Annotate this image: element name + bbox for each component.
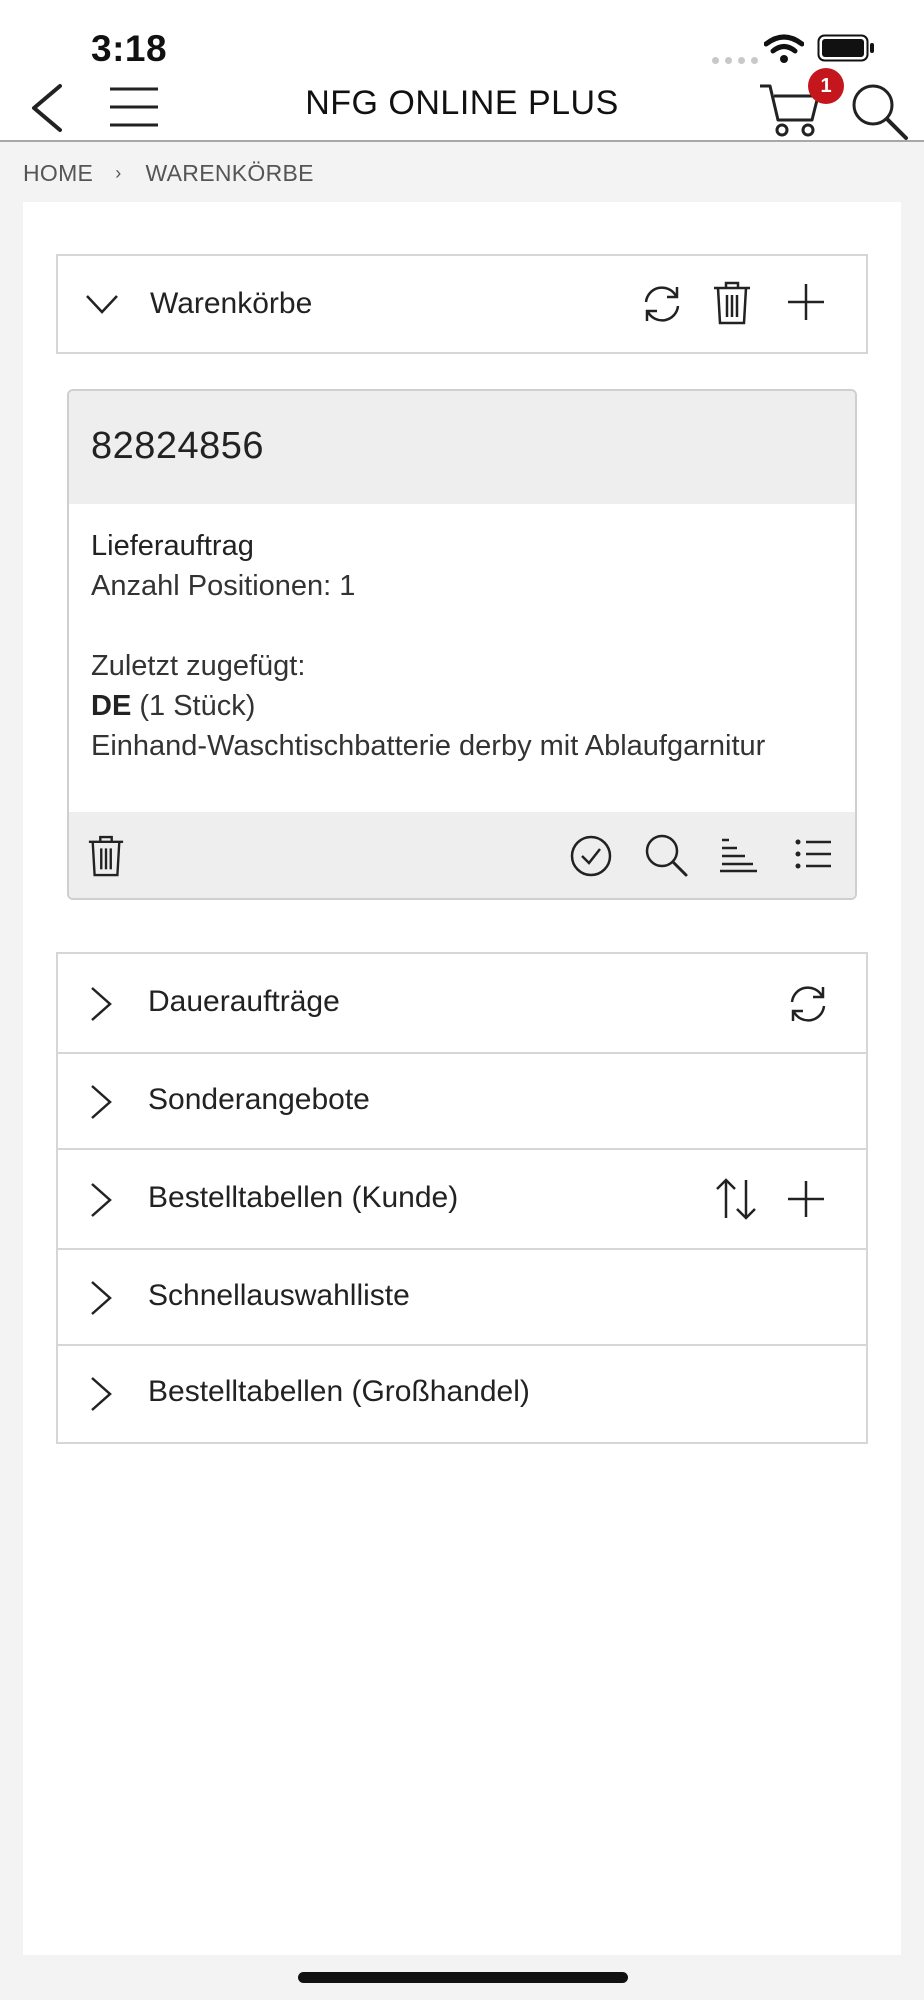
delete-cart-icon[interactable] xyxy=(87,834,125,878)
checkmark-circle-icon[interactable] xyxy=(569,834,613,878)
section-daueraufträge[interactable]: Daueraufträge xyxy=(58,954,866,1054)
refresh-icon[interactable] xyxy=(786,982,830,1026)
section-sonderangebote[interactable]: Sonderangebote xyxy=(58,1054,866,1150)
battery-icon xyxy=(817,34,874,62)
cellular-signal-icon xyxy=(712,57,758,64)
section-bestelltabellen-kunde[interactable]: Bestelltabellen (Kunde) xyxy=(58,1150,866,1250)
section-label: Bestelltabellen (Kunde) xyxy=(148,1181,459,1214)
cart-card-body: Lieferauftrag Anzahl Positionen: 1 Zulet… xyxy=(69,504,855,812)
refresh-icon[interactable] xyxy=(640,282,684,326)
chevron-right-icon[interactable] xyxy=(88,1083,114,1121)
breadcrumb: HOME › WARENKÖRBE xyxy=(0,144,924,202)
list-icon[interactable] xyxy=(793,834,833,874)
home-indicator[interactable] xyxy=(298,1972,628,1983)
chevron-right-icon[interactable] xyxy=(88,1375,114,1413)
cart-last-added-product: Einhand-Waschtischbatterie derby mit Abl… xyxy=(91,730,766,762)
section-schnellauswahlliste[interactable]: Schnellauswahlliste xyxy=(58,1250,866,1346)
sort-arrows-icon[interactable] xyxy=(714,1176,758,1222)
back-icon[interactable] xyxy=(26,80,76,136)
wifi-icon xyxy=(764,34,804,63)
chevron-right-icon[interactable] xyxy=(88,1181,114,1219)
cart-card[interactable]: 82824856 Lieferauftrag Anzahl Positionen… xyxy=(67,389,857,900)
cart-card-actions xyxy=(69,812,855,898)
cart-positions: Anzahl Positionen: 1 xyxy=(91,570,356,602)
nav-bar: NFG ONLINE PLUS xyxy=(0,70,924,142)
main-content: Warenkörbe 82824856 Lieferauftrag Anzahl… xyxy=(23,202,901,1955)
section-label: Sonderangebote xyxy=(148,1083,370,1116)
sort-lines-icon[interactable] xyxy=(719,834,759,874)
chevron-right-icon[interactable] xyxy=(88,985,114,1023)
cart-last-added-qty: (1 Stück) xyxy=(131,690,256,722)
search-icon[interactable] xyxy=(643,832,689,878)
section-label: Bestelltabellen (Großhandel) xyxy=(148,1375,530,1408)
search-icon[interactable] xyxy=(848,80,910,142)
trash-icon[interactable] xyxy=(712,280,752,326)
carts-panel-header[interactable]: Warenkörbe xyxy=(56,254,868,354)
breadcrumb-current: WARENKÖRBE xyxy=(145,159,314,186)
cart-card-header: 82824856 xyxy=(69,391,855,504)
status-time: 3:18 xyxy=(91,28,168,69)
cart-last-added-item: DE (1 Stück) xyxy=(91,686,833,726)
section-list: Daueraufträge Sonderangebote Bestelltabe… xyxy=(56,952,868,1444)
section-bestelltabellen-grosshandel[interactable]: Bestelltabellen (Großhandel) xyxy=(58,1346,866,1442)
cart-order-type: Lieferauftrag xyxy=(91,530,254,562)
breadcrumb-home[interactable]: HOME xyxy=(23,160,93,187)
cart-last-added-brand: DE xyxy=(91,690,132,722)
chevron-right-icon[interactable] xyxy=(88,1279,114,1317)
carts-panel-title: Warenkörbe xyxy=(150,287,313,320)
cart-last-added-label: Zuletzt zugefügt: xyxy=(91,650,306,682)
cart-number: 82824856 xyxy=(91,425,265,467)
section-label: Schnellauswahlliste xyxy=(148,1279,410,1312)
add-icon[interactable] xyxy=(786,282,826,322)
section-label: Daueraufträge xyxy=(148,985,340,1018)
cart-count-badge: 1 xyxy=(808,68,844,104)
status-bar: 3:18 xyxy=(0,0,924,70)
chevron-right-icon: › xyxy=(115,162,122,183)
app-title: NFG ONLINE PLUS xyxy=(305,84,619,122)
chevron-down-icon[interactable] xyxy=(84,286,120,322)
menu-icon[interactable] xyxy=(108,84,160,130)
add-icon[interactable] xyxy=(786,1179,826,1219)
